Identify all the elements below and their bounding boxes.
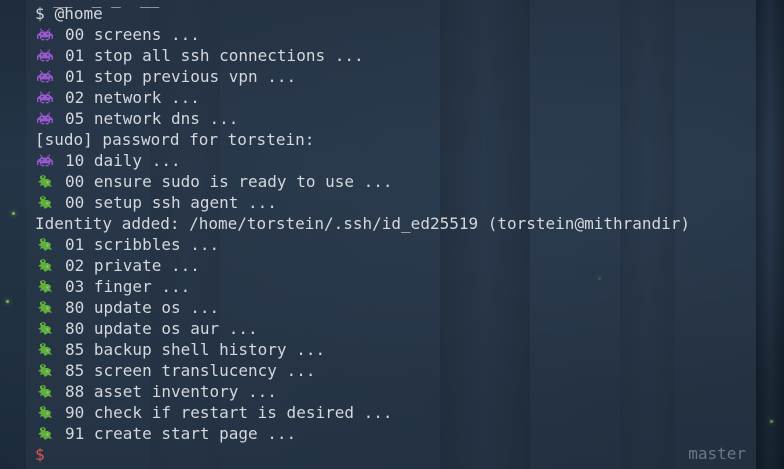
current-prompt-line[interactable]: $ bbox=[35, 444, 690, 465]
terminal-line-text: 85 screen translucency ... bbox=[65, 361, 316, 380]
terminal-line-text: 05 network dns ... bbox=[65, 109, 239, 128]
terminal-line-text: 01 scribbles ... bbox=[65, 235, 220, 254]
dragon-icon bbox=[35, 318, 55, 339]
dragon-icon bbox=[35, 339, 55, 360]
dragon-icon bbox=[35, 192, 55, 213]
terminal-line-text: 80 update os aur ... bbox=[65, 319, 258, 338]
terminal-line-text: Identity added: /home/torstein/.ssh/id_e… bbox=[35, 214, 691, 233]
invader-icon bbox=[37, 91, 53, 104]
terminal-line: 80 update os aur ... bbox=[35, 318, 690, 339]
terminal-line-text: 90 check if restart is desired ... bbox=[65, 403, 393, 422]
git-branch-indicator: master bbox=[688, 444, 746, 463]
dragon-icon bbox=[38, 196, 52, 209]
firefly-decoration bbox=[12, 212, 15, 215]
terminal-line: 00 setup ssh agent ... bbox=[35, 192, 690, 213]
terminal-line-text: 85 backup shell history ... bbox=[65, 340, 326, 359]
dragon-icon bbox=[35, 234, 55, 255]
invader-icon bbox=[35, 150, 55, 171]
dragon-icon bbox=[35, 360, 55, 381]
terminal-line: 10 daily ... bbox=[35, 150, 690, 171]
terminal-line: 01 stop previous vpn ... bbox=[35, 66, 690, 87]
firefly-decoration bbox=[6, 300, 9, 303]
terminal-line: 00 screens ... bbox=[35, 24, 690, 45]
prompt-line: $ @home bbox=[35, 3, 690, 24]
terminal-line-text: 00 screens ... bbox=[65, 25, 200, 44]
dragon-icon bbox=[35, 276, 55, 297]
terminal-line-text: 01 stop all ssh connections ... bbox=[65, 46, 364, 65]
invader-icon bbox=[35, 87, 55, 108]
terminal-line: 05 network dns ... bbox=[35, 108, 690, 129]
terminal-line: 02 private ... bbox=[35, 255, 690, 276]
invader-icon bbox=[37, 112, 53, 125]
terminal-line: Identity added: /home/torstein/.ssh/id_e… bbox=[35, 213, 690, 234]
dragon-icon bbox=[38, 322, 52, 335]
dragon-icon bbox=[35, 297, 55, 318]
terminal-line: 91 create start page ... bbox=[35, 423, 690, 444]
terminal-line-text: 80 update os ... bbox=[65, 298, 220, 317]
dragon-icon bbox=[38, 385, 52, 398]
dragon-icon bbox=[35, 255, 55, 276]
terminal-line-text: 10 daily ... bbox=[65, 151, 181, 170]
terminal-window[interactable]: __ _ _ __ $@home 00 screens ...01 stop a… bbox=[26, 0, 756, 469]
invader-icon bbox=[35, 45, 55, 66]
dragon-icon bbox=[35, 381, 55, 402]
terminal-line-text: 88 asset inventory ... bbox=[65, 382, 277, 401]
dragon-icon bbox=[38, 175, 52, 188]
invader-icon bbox=[37, 70, 53, 83]
terminal-line: 00 ensure sudo is ready to use ... bbox=[35, 171, 690, 192]
prompt-sign: $ bbox=[35, 4, 45, 23]
terminal-line: 01 scribbles ... bbox=[35, 234, 690, 255]
terminal-line: 03 finger ... bbox=[35, 276, 690, 297]
firefly-decoration bbox=[770, 420, 773, 423]
terminal-line: 02 network ... bbox=[35, 87, 690, 108]
terminal-output: $ @home 00 screens ... 01 stop all ssh con… bbox=[35, 3, 690, 465]
dragon-icon bbox=[38, 280, 52, 293]
terminal-line-text: 91 create start page ... bbox=[65, 424, 297, 443]
background-tree bbox=[756, 0, 784, 469]
prompt-line-text: @home bbox=[54, 4, 103, 23]
invader-icon bbox=[37, 28, 53, 41]
terminal-line: 01 stop all ssh connections ... bbox=[35, 45, 690, 66]
dragon-icon bbox=[35, 171, 55, 192]
invader-icon bbox=[35, 108, 55, 129]
dragon-icon bbox=[38, 259, 52, 272]
terminal-line-text: 00 setup ssh agent ... bbox=[65, 193, 277, 212]
terminal-line-text: 00 ensure sudo is ready to use ... bbox=[65, 172, 393, 191]
terminal-line-text: 02 network ... bbox=[65, 88, 200, 107]
prompt-sign: $ bbox=[35, 445, 45, 464]
terminal-line: 90 check if restart is desired ... bbox=[35, 402, 690, 423]
dragon-icon bbox=[35, 402, 55, 423]
terminal-line-text: 01 stop previous vpn ... bbox=[65, 67, 297, 86]
dragon-icon bbox=[38, 406, 52, 419]
dragon-icon bbox=[38, 301, 52, 314]
terminal-line-text: 02 private ... bbox=[65, 256, 200, 275]
dragon-icon bbox=[38, 238, 52, 251]
terminal-line-text: [sudo] password for torstein: bbox=[35, 130, 315, 149]
invader-icon bbox=[35, 66, 55, 87]
invader-icon bbox=[37, 154, 53, 167]
dragon-icon bbox=[35, 423, 55, 444]
terminal-line: 80 update os ... bbox=[35, 297, 690, 318]
dragon-icon bbox=[38, 343, 52, 356]
terminal-line: 88 asset inventory ... bbox=[35, 381, 690, 402]
dragon-icon bbox=[38, 364, 52, 377]
invader-icon bbox=[37, 49, 53, 62]
terminal-line: 85 screen translucency ... bbox=[35, 360, 690, 381]
terminal-line-text: 03 finger ... bbox=[65, 277, 191, 296]
invader-icon bbox=[35, 24, 55, 45]
terminal-line: [sudo] password for torstein: bbox=[35, 129, 690, 150]
dragon-icon bbox=[38, 427, 52, 440]
terminal-line: 85 backup shell history ... bbox=[35, 339, 690, 360]
